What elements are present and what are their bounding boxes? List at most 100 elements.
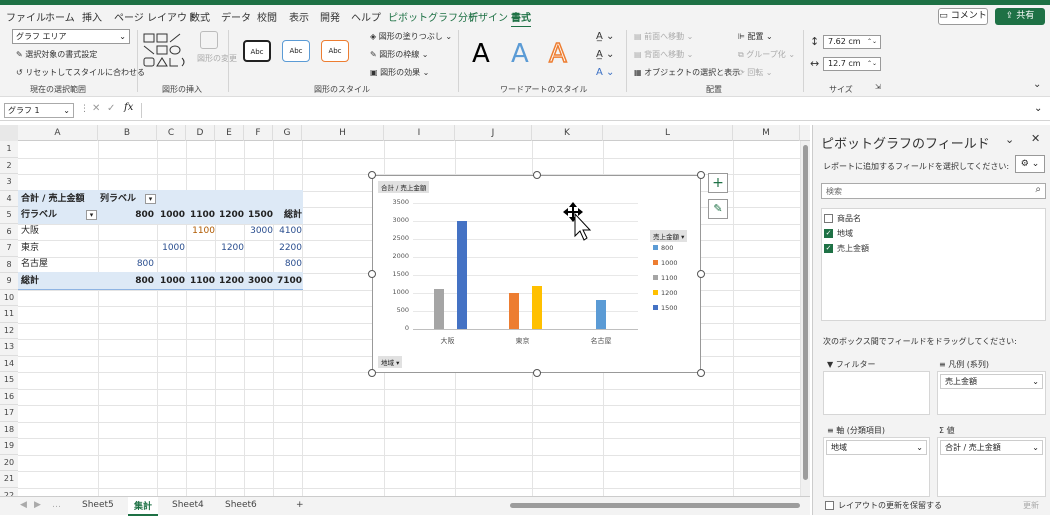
spinner-icon[interactable]: ⌃⌄ [867, 58, 877, 70]
row-header-11[interactable]: 11 [0, 306, 18, 323]
next-sheet-icon[interactable]: ▶ [34, 500, 41, 510]
row-header-7[interactable]: 7 [0, 240, 18, 257]
resize-handle[interactable] [368, 171, 376, 179]
defer-update-checkbox[interactable]: レイアウトの更新を保留する [825, 500, 942, 511]
column-header-i[interactable]: I [384, 125, 455, 141]
height-input[interactable]: 7.62 cm ⌃⌄ [823, 35, 881, 49]
group-button[interactable]: ⧉ グループ化 ⌄ [738, 49, 795, 60]
bar[interactable] [457, 221, 467, 329]
legend-field-pill[interactable]: 売上金額 ⌄ [940, 374, 1043, 389]
bar[interactable] [434, 289, 444, 329]
menu-file[interactable]: ファイル [6, 9, 46, 24]
pane-settings-button[interactable]: ⚙ ⌄ [1015, 155, 1045, 173]
row-header-10[interactable]: 10 [0, 289, 18, 306]
pivot-cell[interactable]: 800 [122, 256, 154, 272]
legend-field-button[interactable]: 売上金額 ▾ [650, 230, 688, 242]
pivot-col-header[interactable]: 1500 [246, 207, 273, 223]
resize-handle[interactable] [533, 369, 541, 377]
legend-entry[interactable]: 1200 [653, 289, 678, 297]
pivot-chart[interactable]: 合計 / 売上金額 0 500 1000 1500 2000 2500 3000 3500 大阪… [372, 175, 701, 373]
legend-entry[interactable]: 1000 [653, 259, 678, 267]
row-header-5[interactable]: 5 [0, 207, 18, 224]
menu-home[interactable]: ホーム [45, 9, 75, 24]
row-header-14[interactable]: 14 [0, 355, 18, 372]
pane-options-icon[interactable]: ⌄ [1005, 133, 1014, 146]
collapse-ribbon-icon[interactable]: ⌄ [1033, 79, 1041, 90]
pivot-cell[interactable]: 800 [275, 256, 302, 272]
menu-format[interactable]: 書式 [511, 9, 531, 28]
pivot-col-header[interactable]: 1200 [217, 207, 244, 223]
column-header-m[interactable]: M [733, 125, 800, 141]
close-icon[interactable]: ✕ [1031, 132, 1040, 145]
row-header-9[interactable]: 9 [0, 273, 18, 290]
field-item-product[interactable]: 商品名 [824, 213, 861, 224]
shape-style-1[interactable]: Abc [243, 40, 271, 62]
resize-handle[interactable] [697, 369, 705, 377]
shape-fill-button[interactable]: ◈ 図形の塗りつぶし ⌄ [370, 31, 452, 42]
menu-page-layout[interactable]: ページ レイアウト [114, 9, 197, 24]
column-header-b[interactable]: B [98, 125, 157, 141]
pivot-grand-cell[interactable]: 1100 [188, 273, 215, 289]
field-item-region[interactable]: ✓ 地域 [824, 228, 853, 239]
column-header-g[interactable]: G [273, 125, 302, 141]
row-header-15[interactable]: 15 [0, 372, 18, 389]
add-sheet-icon[interactable]: + [296, 500, 304, 510]
text-outline-button[interactable]: A̲ ⌄ [596, 49, 614, 60]
menu-developer[interactable]: 開発 [320, 9, 340, 24]
menu-review[interactable]: 校閲 [257, 9, 277, 24]
axis-field-button[interactable]: 地域 ▾ [378, 356, 403, 368]
formula-input[interactable] [145, 102, 1040, 119]
resize-handle[interactable] [533, 171, 541, 179]
align-button[interactable]: ⊫ 配置 ⌄ [738, 31, 773, 42]
shape-gallery[interactable] [142, 32, 192, 72]
values-drop-area[interactable]: 合計 / 売上金額 ⌄ [937, 437, 1046, 497]
shape-style-3[interactable]: Abc [321, 40, 349, 62]
bar[interactable] [509, 293, 519, 329]
send-backward-button[interactable]: ▤ 背面へ移動 ⌄ [634, 49, 693, 60]
axis-drop-area[interactable]: 地域 ⌄ [823, 437, 930, 497]
resize-handle[interactable] [697, 171, 705, 179]
legend-drop-area[interactable]: 売上金額 ⌄ [937, 371, 1046, 415]
fx-icon[interactable]: fx [124, 102, 133, 113]
chart-legend[interactable]: 800 1000 1100 1200 1500 [651, 244, 701, 324]
vertical-scroll-thumb[interactable] [803, 145, 808, 480]
pivot-cell[interactable]: 2200 [275, 240, 302, 256]
more-sheets-icon[interactable]: … [52, 500, 61, 510]
filter-drop-area[interactable] [823, 371, 930, 415]
sheet-tab[interactable]: Sheet4 [172, 500, 204, 510]
checkbox-checked[interactable]: ✓ [824, 244, 833, 253]
sheet-tab[interactable]: Sheet5 [82, 500, 114, 510]
chart-elements-button[interactable]: + [708, 173, 728, 193]
column-header-d[interactable]: D [186, 125, 215, 141]
row-filter-icon[interactable]: ▾ [86, 210, 97, 220]
row-header-4[interactable]: 4 [0, 190, 18, 207]
legend-entry[interactable]: 800 [653, 244, 673, 252]
menu-formulas[interactable]: 数式 [190, 9, 210, 24]
row-header-16[interactable]: 16 [0, 388, 18, 405]
resize-handle[interactable] [368, 369, 376, 377]
wordart-style-blue[interactable]: A [511, 39, 529, 69]
cancel-icon[interactable]: ✕ [92, 103, 100, 114]
row-header-12[interactable]: 12 [0, 322, 18, 339]
checkbox-unchecked[interactable] [824, 214, 833, 223]
pivot-grand-cell[interactable]: 1200 [217, 273, 244, 289]
column-header-j[interactable]: J [455, 125, 532, 141]
horizontal-scroll-thumb[interactable] [510, 503, 800, 508]
row-header-21[interactable]: 21 [0, 471, 18, 488]
wordart-style-outline[interactable]: A [548, 38, 567, 70]
pivot-col-header[interactable]: 総計 [275, 207, 302, 223]
pivot-col-header[interactable]: 1000 [158, 207, 185, 223]
bar[interactable] [532, 285, 542, 329]
text-effects-button[interactable]: A ⌄ [596, 67, 614, 78]
values-field-pill[interactable]: 合計 / 売上金額 ⌄ [940, 440, 1043, 455]
width-input[interactable]: 12.7 cm ⌃⌄ [823, 57, 881, 71]
column-header-a[interactable]: A [18, 125, 98, 141]
pivot-grand-cell[interactable]: 7100 [275, 273, 302, 289]
share-button[interactable]: ⇪ 共有 [995, 8, 1045, 25]
legend-entry[interactable]: 1500 [653, 304, 678, 312]
row-header-3[interactable]: 3 [0, 174, 18, 191]
resize-handle[interactable] [368, 270, 376, 278]
axis-field-pill[interactable]: 地域 ⌄ [826, 440, 927, 455]
pivot-col-header[interactable]: 800 [122, 207, 154, 223]
column-header-h[interactable]: H [302, 125, 384, 141]
